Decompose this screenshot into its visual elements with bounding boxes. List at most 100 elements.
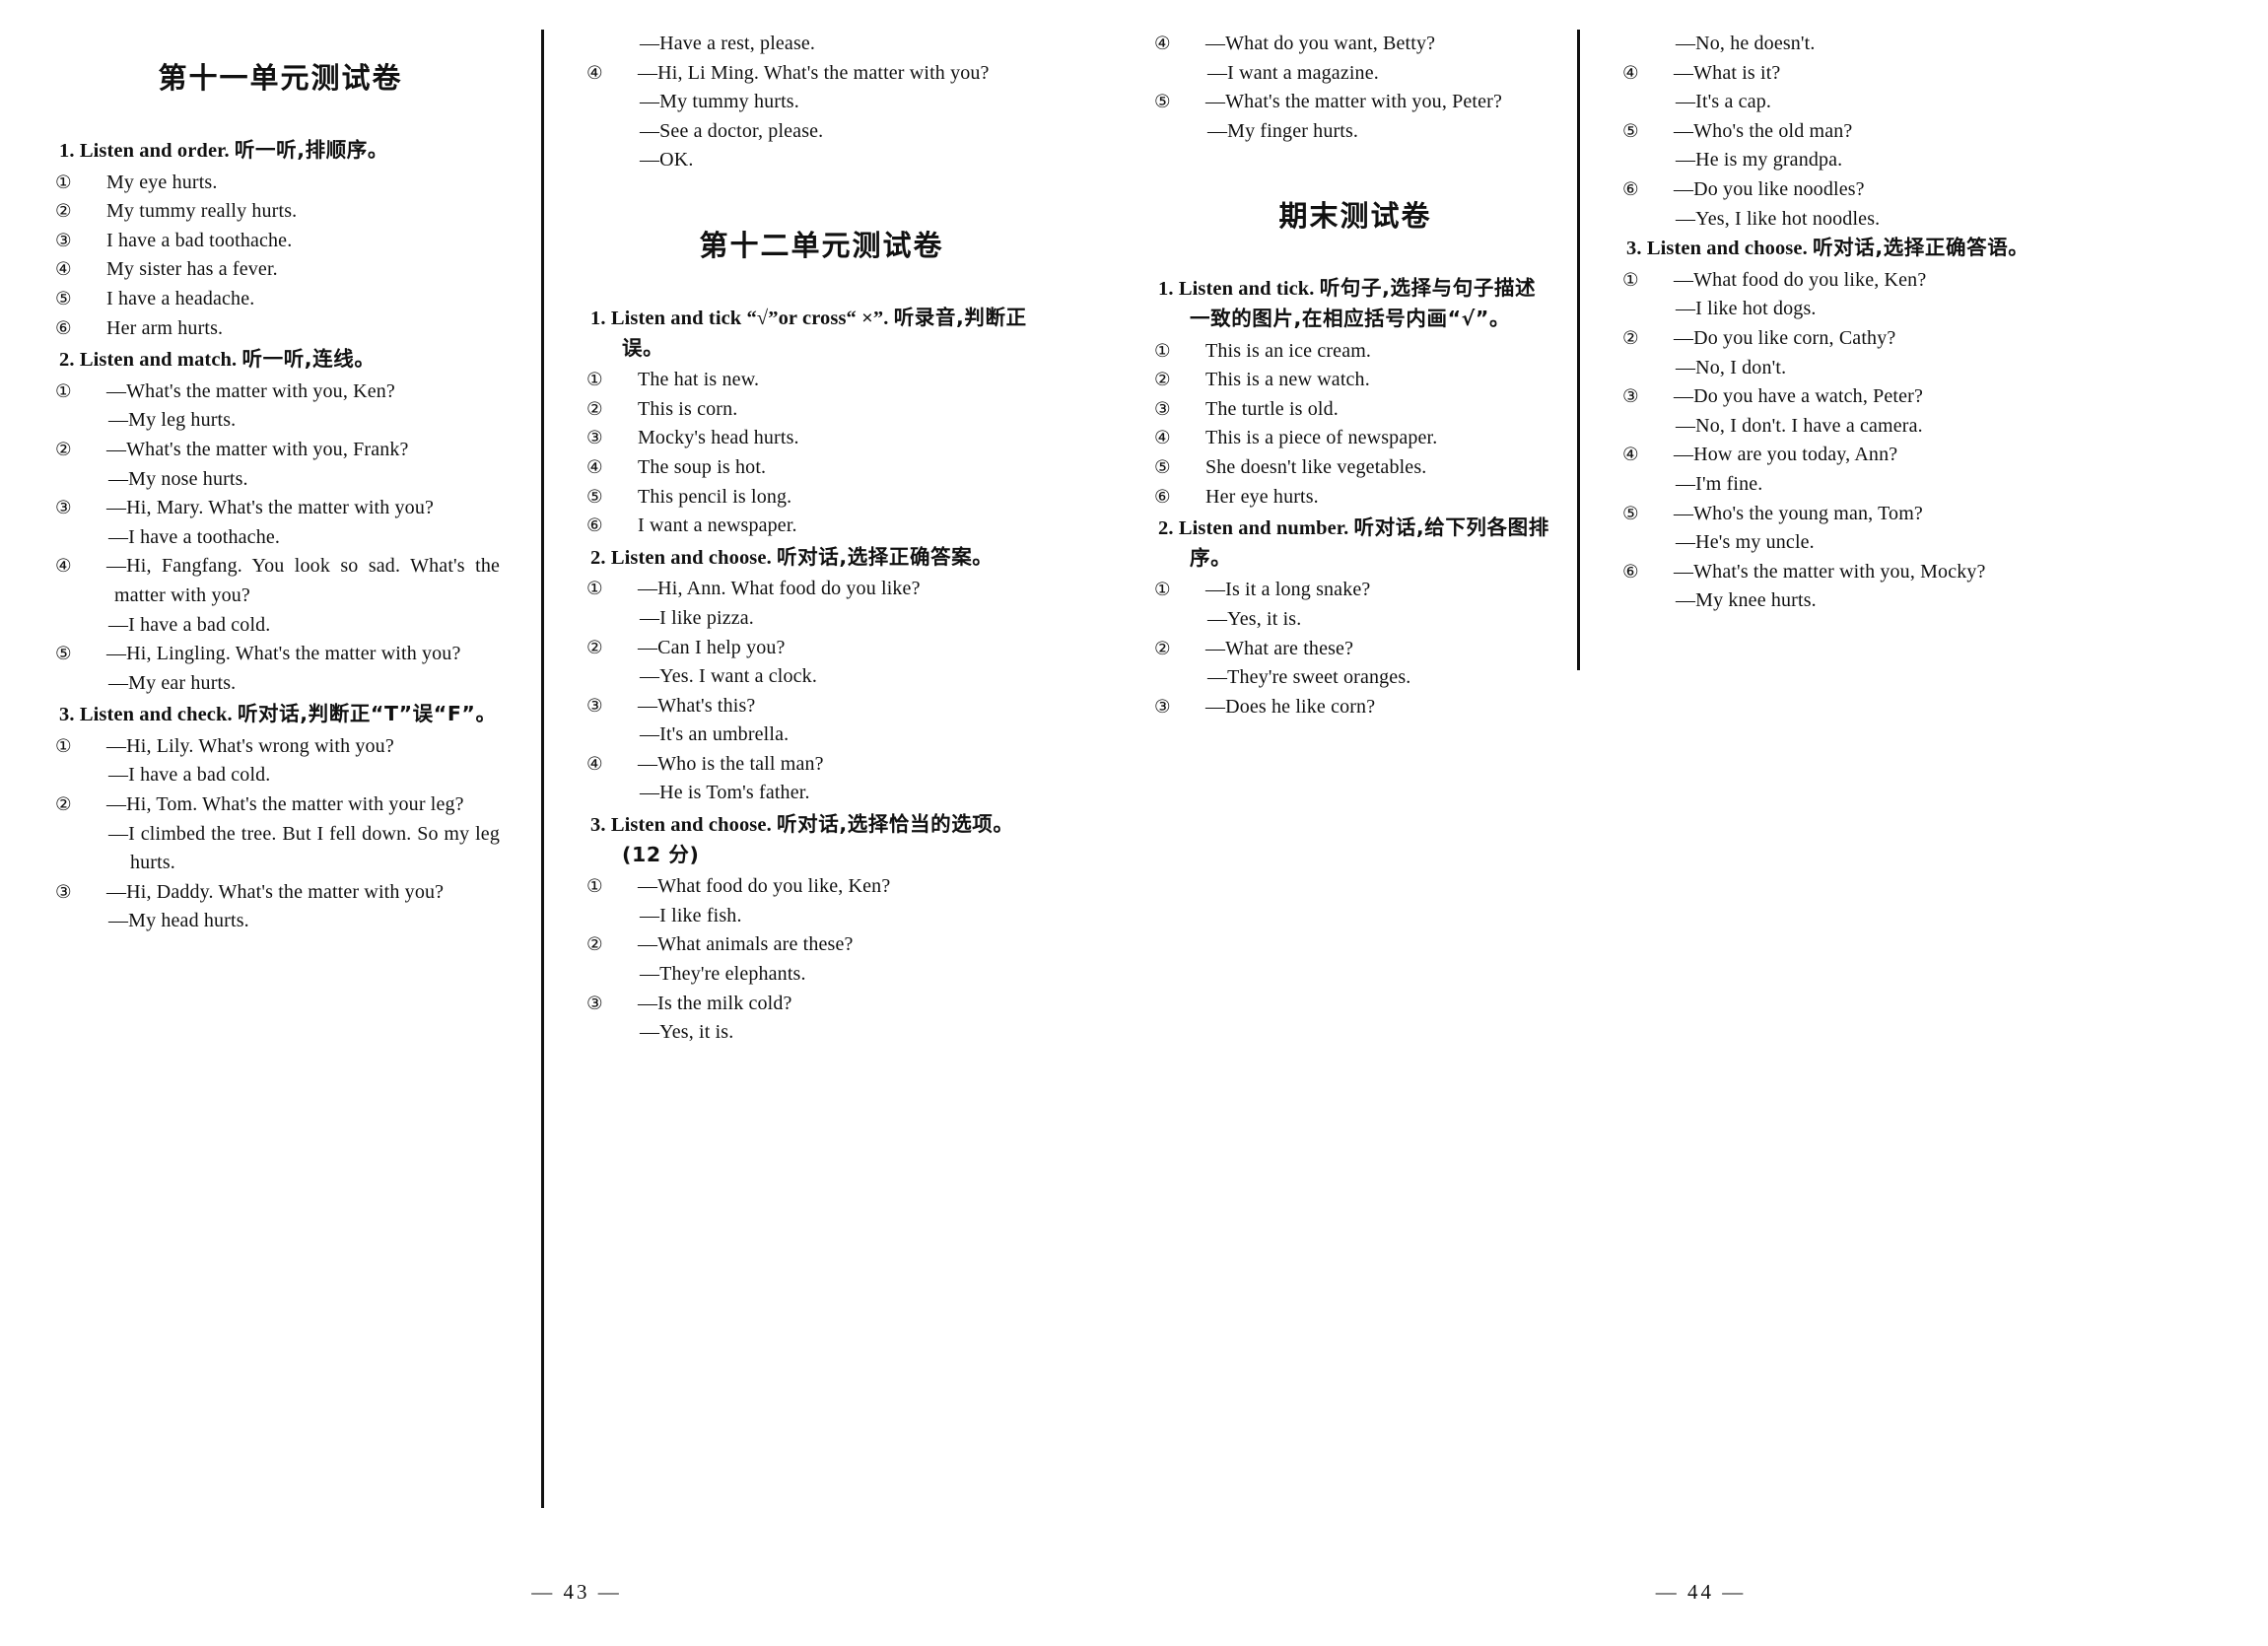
script-item: ② —What's the matter with you, Frank? [55,436,502,465]
script-item: ④ —What do you want, Betty? [1154,30,1552,59]
task-heading: 3. Listen and check. 听对话,判断正“T”误“F”。 [59,700,502,730]
script-text: —No, I don't. [1676,356,1787,378]
item-marker: ⑤ [586,486,603,508]
item-marker: ① [586,370,603,391]
script-text: —Hi, Daddy. What's the matter with you? [106,880,445,903]
unit-12-test-title: 第十二单元测试卷 [699,228,944,262]
script-item: ③ Mocky's head hurts. [586,424,1053,453]
task-instruction-en: Listen and tick “√”or cross“ ×”. [610,307,894,329]
script-text: —What food do you like, Ken? [1674,268,1927,291]
script-item: ① The hat is new. [586,366,1053,395]
script-text: —Hi, Li Ming. What's the matter with you… [638,61,990,84]
script-text: —I like hot dogs. [1676,298,1817,320]
script-text: —No, he doesn't. [1676,33,1816,54]
script-text: —Is the milk cold? [638,992,792,1014]
item-marker: ④ [586,753,603,775]
script-text: —My ear hurts. [108,671,237,694]
item-marker: ⑤ [1622,503,1639,524]
task-instruction-cn: 听对话,选择正确答案。 [777,544,994,569]
script-item: ⑤ —What's the matter with you, Peter? [1154,88,1552,117]
script-reply: —My head hurts. [59,907,502,936]
script-text: —Hi, Lingling. What's the matter with yo… [106,643,461,665]
task-number: 1. [59,140,80,162]
script-item: ① —Hi, Lily. What's wrong with you? [55,732,502,762]
script-text: —Who's the old man? [1674,119,1853,142]
continued-lines-col4: —No, he doesn't. ④ —What is it? —It's a cap… [1622,30,2228,234]
task-instruction-cn: 听一听,连线。 [241,347,376,372]
item-marker: ⑥ [1622,561,1639,583]
script-item: ⑥ —Do you like noodles? [1622,175,2228,205]
task-heading: 2. Listen and match. 听一听,连线。 [59,345,502,376]
item-marker: ④ [1622,445,1639,466]
script-text: This is corn. [638,397,738,420]
script-text: —What's the matter with you, Ken? [106,379,395,402]
script-text: This is an ice cream. [1205,339,1372,362]
script-text: This is a new watch. [1205,369,1370,391]
task-heading: 3. Listen and choose. 听对话,选择正确答语。 [1626,234,2228,264]
script-item: ④ —How are you today, Ann? [1622,441,2228,470]
task-heading: 1. Listen and order. 听一听,排顺序。 [59,136,502,167]
page-44-column-2: —No, he doesn't. ④ —What is it? —It's a cap… [1577,30,2267,1543]
script-text: —Is it a long snake? [1205,579,1371,601]
script-text: —Hi, Mary. What's the matter with you? [106,497,435,519]
script-item: ④ —What is it? [1622,59,2228,89]
folio-right: — 44 — [1094,1543,2268,1646]
script-reply: —Yes. I want a clock. [590,662,1053,692]
item-marker: ⑤ [1154,456,1171,478]
script-reply: —Have a rest, please. [590,30,1053,59]
script-item: ④ —Hi, Fangfang. You look so sad. What's … [55,552,502,610]
task-number: 3. [590,814,611,837]
item-marker: ① [1154,340,1171,362]
script-item: ③ —Hi, Daddy. What's the matter with you? [55,878,502,908]
item-marker: ③ [586,695,603,717]
script-text: —He is my grandpa. [1676,149,1843,171]
task-list-col4: 3. Listen and choose. 听对话,选择正确答语。 ① —What … [1622,234,2228,616]
script-reply: —I have a bad cold. [59,761,502,790]
script-reply: —My leg hurts. [59,406,502,436]
script-reply: —I climbed the tree. But I fell down. So… [59,820,502,878]
script-item: ① This is an ice cream. [1154,337,1552,367]
task-instruction-cn: 听对话,判断正“T”误“F”。 [237,702,497,726]
script-text: —It's a cap. [1676,91,1772,113]
task-instruction-en: Listen and choose. [610,546,778,569]
script-text: —I like pizza. [640,606,754,629]
script-text: —My leg hurts. [108,409,237,432]
script-item: ④ This is a piece of newspaper. [1154,424,1552,453]
task-instruction-en: Listen and number. [1178,517,1354,540]
item-marker: ⑥ [55,317,72,339]
page-44-column-1: ④ —What do you want, Betty? —I want a maga… [1094,30,1577,1543]
script-text: Mocky's head hurts. [638,427,799,449]
task-number: 1. [590,307,611,329]
script-item: ⑥ Her eye hurts. [1154,483,1552,513]
page-44: ④ —What do you want, Betty? —I want a maga… [1094,0,2268,1646]
script-text: —Yes, I like hot noodles. [1676,207,1881,230]
script-text: —How are you today, Ann? [1674,444,1898,466]
script-item: ③ —Do you have a watch, Peter? [1622,382,2228,412]
script-item: ① My eye hurts. [55,169,502,198]
script-item: ① —What's the matter with you, Ken? [55,377,502,407]
script-text: —Can I help you? [638,636,786,658]
script-text: —Yes, it is. [1207,607,1302,630]
item-marker: ④ [55,259,72,281]
script-text: —Who is the tall man? [638,752,824,775]
script-reply: —It's a cap. [1626,88,2228,117]
item-marker: ① [55,735,72,757]
script-reply: —It's an umbrella. [590,720,1053,750]
script-item: ④ My sister has a fever. [55,255,502,285]
script-text: —Does he like corn? [1205,695,1376,718]
script-item: ⑥ Her arm hurts. [55,314,502,344]
script-item: ① —Hi, Ann. What food do you like? [586,575,1053,604]
task-number: 3. [59,704,80,726]
script-reply: —He is Tom's father. [590,779,1053,808]
script-item: ① —Is it a long snake? [1154,576,1552,605]
script-reply: —Yes, it is. [590,1018,1053,1048]
script-item: ② —What animals are these? [586,930,1053,960]
script-reply: —My nose hurts. [59,465,502,495]
unit-11-test-title: 第十一单元测试卷 [158,61,403,95]
task-heading: 3. Listen and choose. 听对话,选择恰当的选项。(12 分) [590,810,1053,870]
task-list-col3: 1. Listen and tick. 听句子,选择与句子描述一致的图片,在相应… [1154,274,1552,721]
script-text: —He's my uncle. [1676,531,1815,554]
script-text: She doesn't like vegetables. [1205,455,1427,478]
script-text: —What do you want, Betty? [1205,33,1436,54]
task-instruction-en: Listen and choose. [1646,238,1814,260]
